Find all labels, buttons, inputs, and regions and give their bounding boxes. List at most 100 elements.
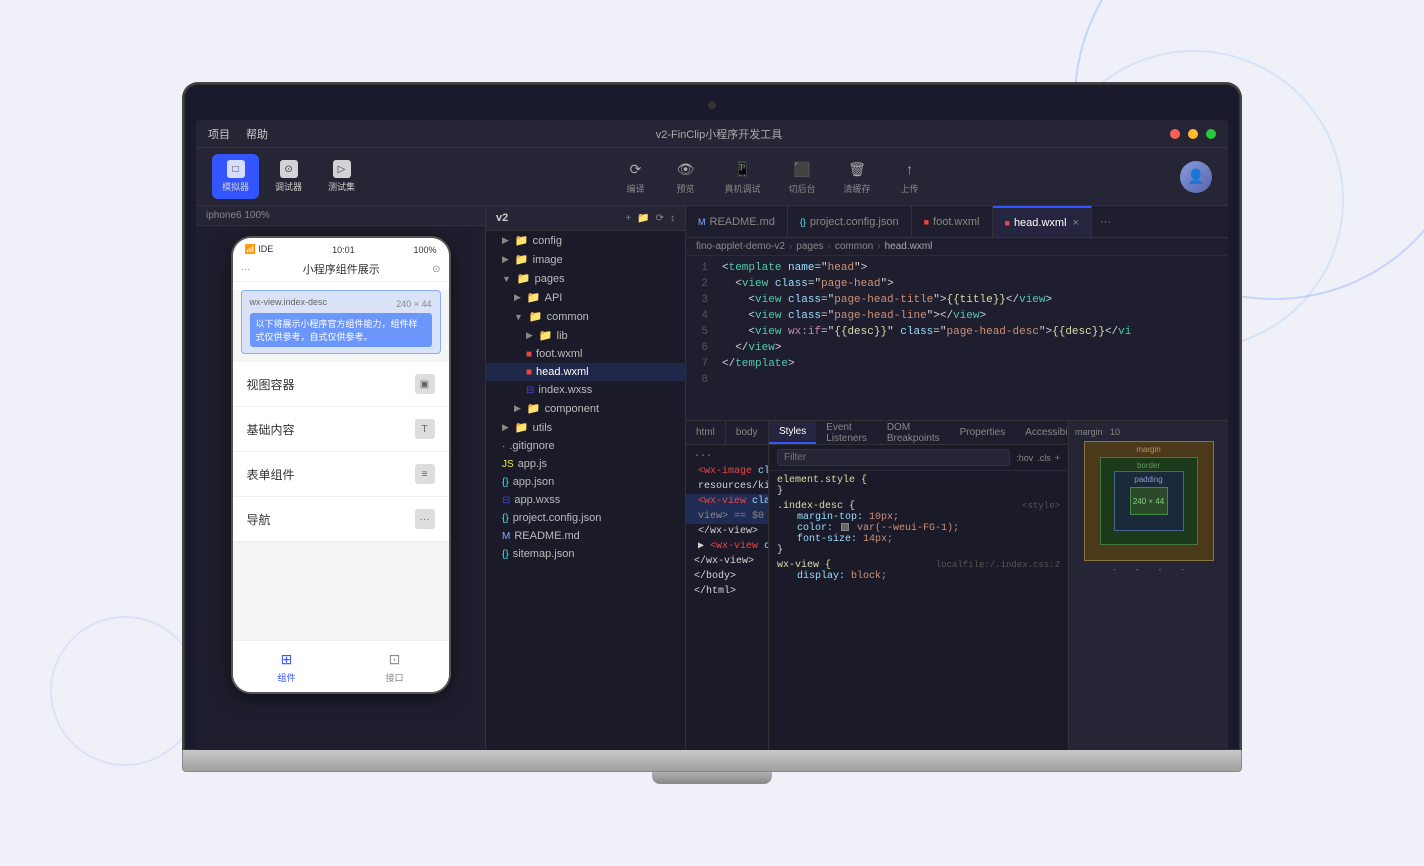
tree-label-api: API <box>545 292 563 304</box>
tab-head-wxml[interactable]: ■ head.wxml × <box>993 206 1092 237</box>
styles-tabs: Styles Event Listeners DOM Breakpoints P… <box>769 421 1068 445</box>
tree-item-index-wxss[interactable]: ⊟ index.wxss <box>486 381 685 399</box>
tree-item-image[interactable]: ▶ 📁 image <box>486 250 685 269</box>
bm-padding-val: - <box>1159 565 1162 574</box>
clear-cache-label: 清缓存 <box>844 182 871 195</box>
tree-item-project-config[interactable]: {} project.config.json <box>486 509 685 527</box>
tree-item-readme[interactable]: M README.md <box>486 527 685 545</box>
filetree-icons: + 📁 ⟳ ↕ <box>625 213 675 224</box>
tree-item-head-wxml[interactable]: ■ head.wxml <box>486 363 685 381</box>
project-config-tab-icon: {} <box>800 217 806 227</box>
styles-tab-properties[interactable]: Properties <box>950 421 1016 444</box>
toolbar: □ 模拟器 ⊙ 调试器 ▷ 测试集 <box>196 148 1228 206</box>
tree-item-foot-wxml[interactable]: ■ foot.wxml <box>486 345 685 363</box>
breadcrumb-sep-1: › <box>789 241 792 252</box>
toolbar-compile-action[interactable]: ⟳ 编译 <box>625 158 647 195</box>
filetree-collapse-button[interactable]: ↕ <box>670 213 675 224</box>
tab-foot-wxml[interactable]: ■ foot.wxml <box>912 206 993 237</box>
tree-item-app-wxss[interactable]: ⊟ app.wxss <box>486 491 685 509</box>
tab-close-head-wxml[interactable]: × <box>1073 217 1079 229</box>
tabs-more-button[interactable]: ··· <box>1092 216 1119 228</box>
tab-readme[interactable]: M README.md <box>686 206 788 237</box>
style-prop-color: color: var(--weui-FG-1); <box>777 523 1060 534</box>
tree-item-config[interactable]: ▶ 📁 config <box>486 231 685 250</box>
breadcrumb-pages: pages <box>796 241 823 252</box>
toolbar-simulator-button[interactable]: □ 模拟器 <box>212 154 259 199</box>
filetree: v2 + 📁 ⟳ ↕ ▶ 📁 config <box>486 206 686 750</box>
html-tab-html[interactable]: html <box>686 421 726 444</box>
styles-tab-event-listeners[interactable]: Event Listeners <box>816 421 877 444</box>
toolbar-device-debug-action[interactable]: 📱 真机调试 <box>725 158 761 195</box>
tab-project-config[interactable]: {} project.config.json <box>788 206 912 237</box>
compile-label: 编译 <box>626 182 644 195</box>
html-code-line-close-view: </wx-view> <box>686 524 768 539</box>
styles-content: element.style { } .index-desc { <style> <box>769 471 1068 750</box>
laptop-screen: 项目 帮助 v2-FinClip小程序开发工具 □ 模拟器 <box>196 120 1228 750</box>
tree-label-lib: lib <box>557 330 568 342</box>
box-model-panel: margin 10 margin border <box>1068 421 1228 750</box>
toolbar-clear-cache-action[interactable]: 🗑 清缓存 <box>844 158 871 195</box>
filter-hover-btn[interactable]: :hov <box>1016 453 1033 463</box>
html-tab-body[interactable]: body <box>726 421 768 444</box>
bg-decoration-4 <box>50 616 200 766</box>
highlight-text: 以下将展示小程序官方组件能力，组件样式仅供参考，自式仅供参考。 <box>250 313 432 347</box>
phone-nav-api[interactable]: ⊡ 接口 <box>341 641 449 692</box>
html-code-line-bd: ▶ <wx-view class="index-bd">_</wx-view> <box>686 539 768 554</box>
styles-tab-dom-breakpoints[interactable]: DOM Breakpoints <box>877 421 950 444</box>
code-line-8: 8 <box>686 372 1228 388</box>
highlight-size: 240 × 44 <box>396 299 431 309</box>
filter-cls-btn[interactable]: .cls <box>1037 453 1051 463</box>
folder-icon: 📁 <box>527 402 541 415</box>
tree-label-sitemap: sitemap.json <box>513 548 575 560</box>
tree-item-api[interactable]: ▶ 📁 API <box>486 288 685 307</box>
tree-item-gitignore[interactable]: · .gitignore <box>486 437 685 455</box>
folder-icon: 📁 <box>515 253 529 266</box>
toolbar-test-button[interactable]: ▷ 测试集 <box>318 154 365 199</box>
code-editor[interactable]: 1 <template name="head"> 2 <view class="… <box>686 256 1228 420</box>
code-line-7: 7 </template> <box>686 356 1228 372</box>
code-line-2: 2 <view class="page-head"> <box>686 276 1228 292</box>
tree-item-common[interactable]: ▼ 📁 common <box>486 307 685 326</box>
debugger-label: 调试器 <box>275 180 302 193</box>
tree-item-app-json[interactable]: {} app.json <box>486 473 685 491</box>
tree-item-utils[interactable]: ▶ 📁 utils <box>486 418 685 437</box>
user-avatar[interactable]: 👤 <box>1180 161 1212 193</box>
folder-icon: 📁 <box>529 310 543 323</box>
phone-menu-item-3[interactable]: 表单组件 ≡ <box>233 452 449 497</box>
components-nav-label: 组件 <box>277 671 295 684</box>
toolbar-upload-action[interactable]: ↑ 上传 <box>899 158 921 195</box>
filetree-new-file-button[interactable]: + <box>625 213 631 224</box>
color-swatch <box>841 523 849 531</box>
menu-item-project[interactable]: 项目 <box>208 126 230 142</box>
simulator-label: 模拟器 <box>222 180 249 193</box>
filetree-new-folder-button[interactable]: 📁 <box>637 213 649 224</box>
window-minimize-button[interactable] <box>1188 129 1198 139</box>
toolbar-debugger-button[interactable]: ⊙ 调试器 <box>265 154 312 199</box>
styles-tab-styles[interactable]: Styles <box>769 421 816 444</box>
window-close-button[interactable] <box>1170 129 1180 139</box>
laptop-camera <box>708 101 716 109</box>
tree-item-component[interactable]: ▶ 📁 component <box>486 399 685 418</box>
wxml-file-icon: ■ <box>526 367 532 378</box>
window-maximize-button[interactable] <box>1206 129 1216 139</box>
tree-label-index-wxss: index.wxss <box>538 384 592 396</box>
json-file-icon: {} <box>502 477 509 488</box>
toolbar-background-action[interactable]: ⬛ 切后台 <box>789 158 816 195</box>
styles-filter-input[interactable] <box>777 449 1010 466</box>
tree-item-lib[interactable]: ▶ 📁 lib <box>486 326 685 345</box>
phone-nav-components[interactable]: ⊞ 组件 <box>233 641 341 692</box>
filter-add-btn[interactable]: + <box>1055 453 1060 463</box>
breadcrumb-sep-2: › <box>828 241 831 252</box>
phone-menu-item-2[interactable]: 基础内容 T <box>233 407 449 452</box>
menu-item-help[interactable]: 帮助 <box>246 126 268 142</box>
json-file-icon: {} <box>502 549 509 560</box>
phone-menu-item-4[interactable]: 导航 ··· <box>233 497 449 542</box>
tree-item-app-js[interactable]: JS app.js <box>486 455 685 473</box>
tree-item-sitemap[interactable]: {} sitemap.json <box>486 545 685 563</box>
filetree-refresh-button[interactable]: ⟳ <box>656 213 664 224</box>
phone-menu-item-1[interactable]: 视图容器 ▣ <box>233 362 449 407</box>
tree-item-pages[interactable]: ▼ 📁 pages <box>486 269 685 288</box>
toolbar-preview-action[interactable]: 👁 预览 <box>675 158 697 195</box>
phone-menu-icon[interactable]: ⊙ <box>432 264 440 275</box>
tree-arrow-api: ▶ <box>514 292 521 303</box>
